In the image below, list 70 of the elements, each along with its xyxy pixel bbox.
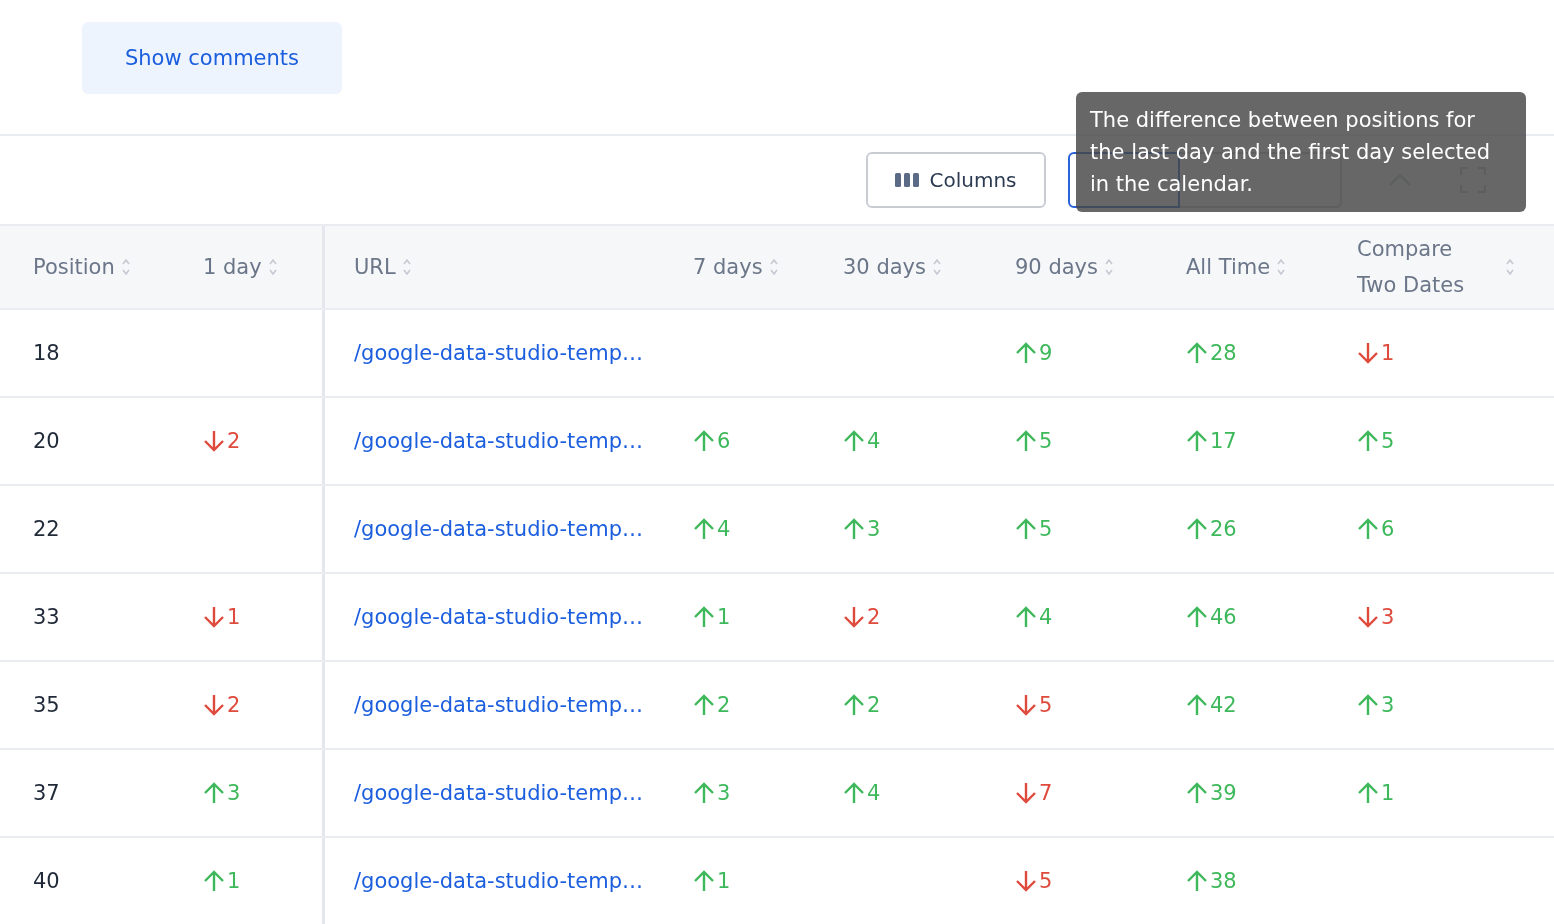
url-link[interactable]: /google-data-studio-temp… (354, 517, 644, 541)
position-value: 40 (33, 869, 60, 893)
url-link[interactable]: /google-data-studio-temp… (354, 429, 644, 453)
position-value: 18 (33, 341, 60, 365)
position-change: 1 (1357, 341, 1395, 365)
position-change: 17 (1186, 429, 1237, 453)
url-link[interactable]: /google-data-studio-temp… (354, 781, 644, 805)
position-change: 4 (1015, 605, 1053, 629)
position-change: 5 (1015, 869, 1053, 893)
position-change: 1 (1357, 781, 1395, 805)
position-change: 3 (203, 781, 241, 805)
position-change: 3 (1357, 605, 1395, 629)
url-link[interactable]: /google-data-studio-temp… (354, 341, 644, 365)
position-change: 28 (1186, 341, 1237, 365)
position-value: 22 (33, 517, 60, 541)
position-change: 46 (1186, 605, 1237, 629)
position-change: 5 (1015, 429, 1053, 453)
position-change: 5 (1015, 693, 1053, 717)
position-change: 2 (203, 693, 241, 717)
position-change: 3 (1357, 693, 1395, 717)
sort-icon[interactable] (401, 257, 412, 277)
sort-icon[interactable] (931, 257, 942, 277)
position-change: 4 (693, 517, 731, 541)
position-value: 35 (33, 693, 60, 717)
sort-icon[interactable] (120, 257, 131, 277)
position-change: 2 (693, 693, 731, 717)
position-change: 2 (203, 429, 241, 453)
position-change: 1 (203, 869, 241, 893)
position-change: 1 (693, 605, 731, 629)
position-value: 20 (33, 429, 60, 453)
position-change: 42 (1186, 693, 1237, 717)
column-header[interactable]: 1 day (170, 226, 325, 308)
column-header[interactable]: 7 days (683, 226, 833, 308)
position-change: 26 (1186, 517, 1237, 541)
position-change: 9 (1015, 341, 1053, 365)
column-header[interactable]: Compare Two Dates (1347, 226, 1554, 308)
column-header[interactable]: 30 days (833, 226, 1005, 308)
position-change: 4 (843, 781, 881, 805)
url-link[interactable]: /google-data-studio-temp… (354, 869, 644, 893)
position-change: 2 (843, 605, 881, 629)
sort-icon[interactable] (1103, 257, 1114, 277)
column-header[interactable]: URL (325, 226, 683, 308)
position-change: 6 (693, 429, 731, 453)
position-change: 5 (1015, 517, 1053, 541)
position-change: 39 (1186, 781, 1237, 805)
sort-icon[interactable] (768, 257, 779, 277)
position-change: 1 (203, 605, 241, 629)
position-value: 33 (33, 605, 60, 629)
sort-icon[interactable] (1505, 257, 1515, 277)
position-change: 2 (843, 693, 881, 717)
position-change: 6 (1357, 517, 1395, 541)
columns-button[interactable]: Columns (866, 152, 1046, 208)
position-change: 7 (1015, 781, 1053, 805)
column-header[interactable]: 90 days (1005, 226, 1176, 308)
url-link[interactable]: /google-data-studio-temp… (354, 693, 644, 717)
columns-icon (895, 172, 920, 188)
sort-icon[interactable] (267, 257, 278, 277)
position-value: 37 (33, 781, 60, 805)
position-change: 3 (693, 781, 731, 805)
url-link[interactable]: /google-data-studio-temp… (354, 605, 644, 629)
show-comments-button[interactable]: Show comments (82, 22, 342, 94)
column-header[interactable]: Position (0, 226, 170, 308)
position-change: 38 (1186, 869, 1237, 893)
position-change: 1 (693, 869, 731, 893)
position-change: 3 (843, 517, 881, 541)
tooltip: The difference between positions for the last day and the first day selected in the calendar. (1076, 92, 1526, 212)
sort-icon[interactable] (1276, 257, 1287, 277)
position-change: 4 (843, 429, 881, 453)
column-header[interactable]: All Time (1176, 226, 1347, 308)
position-change: 5 (1357, 429, 1395, 453)
